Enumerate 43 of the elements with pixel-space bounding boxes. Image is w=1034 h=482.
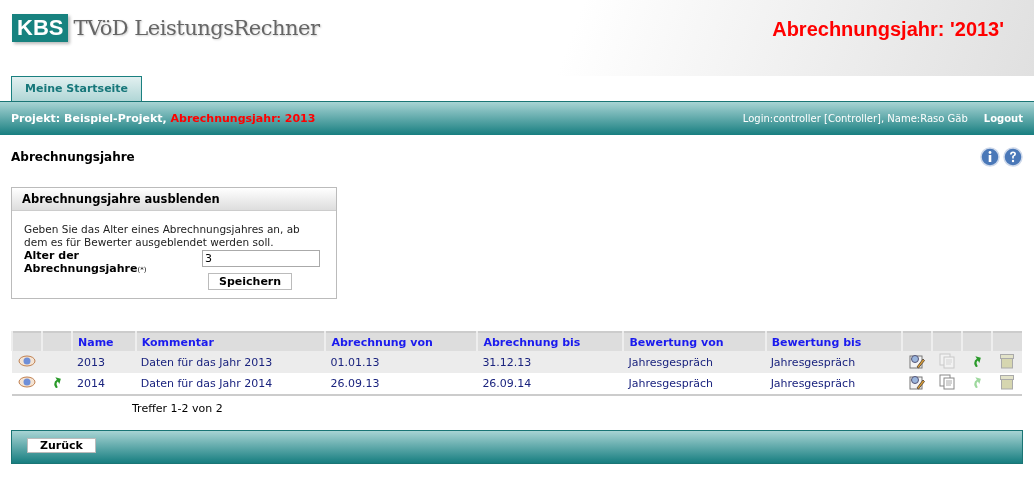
- info-icon[interactable]: [980, 147, 1000, 167]
- table-cell: Jahresgespräch: [765, 373, 902, 395]
- arrow-icon[interactable]: [971, 354, 983, 367]
- table-cell: 26.09.14: [477, 373, 624, 395]
- arrow-icon[interactable]: [51, 376, 63, 388]
- help-icon[interactable]: [1003, 147, 1023, 167]
- table-cell: Jahresgespräch: [623, 351, 766, 373]
- app-title: TVöD LeistungsRechner: [73, 16, 320, 40]
- table-cell: Daten für das Jahr 2014: [135, 373, 326, 395]
- panel-description: Geben Sie das Alter eines Abrechnungsjahres an, ab dem es für Bewerter ausgeblendet werden soll.: [24, 223, 301, 249]
- trash-bin-icon[interactable]: [999, 352, 1015, 369]
- year-label: Abrechnungsjahr: 2013: [170, 112, 316, 125]
- page-title: Abrechnungsjahre: [11, 150, 135, 164]
- age-input[interactable]: 3: [202, 250, 320, 267]
- logo-badge: KBS: [12, 14, 69, 42]
- trash-bin-icon[interactable]: [999, 374, 1015, 390]
- edit-icon[interactable]: [909, 374, 925, 390]
- table-cell: 2013: [72, 351, 136, 373]
- table-cell: 31.12.13: [477, 351, 624, 373]
- copy-icon[interactable]: [939, 374, 955, 390]
- project-label: Projekt: Beispiel-Projekt,: [11, 112, 167, 125]
- edit-icon[interactable]: [909, 352, 925, 369]
- panel-title: Abrechnungsjahre ausblenden: [12, 188, 336, 211]
- column-header[interactable]: Abrechnung bis: [477, 332, 624, 351]
- year-title: Abrechnungsjahr: '2013': [772, 18, 1004, 41]
- table-cell: 26.09.13: [325, 373, 478, 395]
- column-header[interactable]: Bewertung von: [623, 332, 766, 351]
- back-button[interactable]: Zurück: [27, 438, 96, 453]
- column-header[interactable]: Bewertung bis: [765, 332, 902, 351]
- table-cell: Jahresgespräch: [765, 351, 902, 373]
- tab[interactable]: Meine Startseite: [11, 76, 143, 101]
- table-cell: 01.01.13: [325, 351, 478, 373]
- column-header[interactable]: Kommentar: [135, 332, 326, 351]
- eye-icon[interactable]: [18, 354, 36, 367]
- table-cell: Jahresgespräch: [623, 373, 766, 395]
- login-info: Login:controller [Controller], Name:Raso Gäb: [742, 113, 968, 124]
- eye-icon[interactable]: [18, 376, 36, 388]
- results-count: Treffer 1-2 von 2: [131, 401, 224, 415]
- save-button[interactable]: Speichern: [208, 273, 293, 290]
- table-cell: Daten für das Jahr 2013: [135, 351, 326, 373]
- table-cell: 2014: [72, 373, 136, 395]
- column-header[interactable]: Name: [72, 332, 136, 351]
- column-header[interactable]: Abrechnung von: [325, 332, 478, 351]
